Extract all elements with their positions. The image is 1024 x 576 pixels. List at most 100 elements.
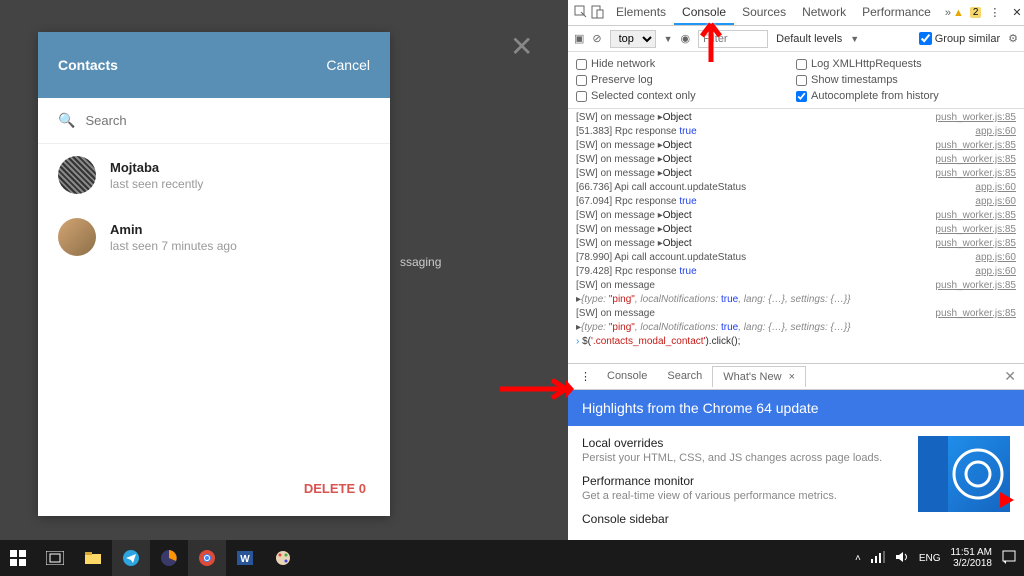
devtools-tab-elements[interactable]: Elements — [608, 1, 674, 25]
clock[interactable]: 11:51 AM 3/2/2018 — [950, 547, 992, 569]
check-preserve-log[interactable]: Preserve log — [576, 72, 796, 88]
explorer-icon[interactable] — [74, 540, 112, 576]
log-source-link[interactable]: app.js:60 — [975, 195, 1016, 209]
console-log-line: [79.428] Rpc response trueapp.js:60 — [576, 265, 1016, 279]
volume-icon[interactable] — [895, 551, 909, 566]
gear-icon[interactable]: ⚙ — [1008, 32, 1018, 45]
app-backdrop: ssaging Thu ✕ Contacts Cancel 🔍 Mojtaba … — [0, 0, 568, 576]
log-source-link[interactable]: push_worker.js:85 — [935, 167, 1016, 181]
devtools-tabs: ElementsConsoleSourcesNetworkPerformance… — [568, 0, 1024, 26]
check-log-xmlhttprequests[interactable]: Log XMLHttpRequests — [796, 56, 1016, 72]
console-log-line: [51.383] Rpc response trueapp.js:60 — [576, 125, 1016, 139]
whatsnew-item[interactable]: Local overridesPersist your HTML, CSS, a… — [582, 436, 910, 464]
search-icon: 🔍 — [58, 112, 75, 129]
clear-console-icon[interactable]: ⊘ — [592, 32, 601, 45]
device-icon[interactable] — [590, 5, 604, 21]
log-source-link[interactable]: push_worker.js:85 — [935, 153, 1016, 167]
close-icon[interactable]: ✕ — [510, 30, 533, 63]
console-log-line: [SW] on message ▸Objectpush_worker.js:85 — [576, 139, 1016, 153]
video-thumbnail[interactable] — [918, 436, 1010, 512]
search-input[interactable] — [85, 113, 370, 128]
devtools-panel: ElementsConsoleSourcesNetworkPerformance… — [568, 0, 1024, 540]
check-show-timestamps[interactable]: Show timestamps — [796, 72, 1016, 88]
check-autocomplete-from-history[interactable]: Autocomplete from history — [796, 88, 1016, 104]
log-source-link[interactable]: push_worker.js:85 — [935, 223, 1016, 237]
whatsnew-banner: Highlights from the Chrome 64 update — [568, 390, 1024, 426]
log-source-link[interactable]: app.js:60 — [975, 181, 1016, 195]
svg-text:W: W — [240, 554, 250, 565]
delete-button[interactable]: DELETE 0 — [304, 481, 366, 496]
log-source-link[interactable]: push_worker.js:85 — [935, 139, 1016, 153]
contact-name: Mojtaba — [110, 160, 203, 175]
notifications-icon[interactable] — [1002, 550, 1016, 567]
execution-icon[interactable]: ▣ — [574, 32, 584, 45]
start-button[interactable] — [0, 540, 36, 576]
console-log-line: [SW] on message ▸Objectpush_worker.js:85 — [576, 209, 1016, 223]
console-log-line: [66.736] Api call account.updateStatusap… — [576, 181, 1016, 195]
console-input-line[interactable]: › $('.contacts_modal_contact').click(); — [576, 335, 1016, 349]
drawer-tab-console[interactable]: Console — [597, 366, 657, 387]
log-source-link[interactable]: push_worker.js:85 — [935, 279, 1016, 293]
contact-status: last seen recently — [110, 177, 203, 191]
whatsnew-item[interactable]: Performance monitorGet a real-time view … — [582, 474, 910, 502]
tab-close-icon[interactable]: × — [789, 371, 795, 383]
cancel-button[interactable]: Cancel — [326, 57, 370, 73]
levels-select[interactable]: Default levels — [776, 33, 842, 45]
console-log-line: [SW] on message ▸Objectpush_worker.js:85 — [576, 111, 1016, 125]
console-log-line: ▸{type: "ping", localNotifications: true… — [576, 321, 1016, 335]
eye-icon[interactable]: ◉ — [681, 32, 691, 45]
contacts-modal: Contacts Cancel 🔍 Mojtaba last seen rece… — [38, 32, 390, 516]
drawer-tab-search[interactable]: Search — [657, 366, 712, 387]
console-log-line: [SW] on message ▸Objectpush_worker.js:85 — [576, 237, 1016, 251]
inspect-icon[interactable] — [574, 5, 588, 21]
check-hide-network[interactable]: Hide network — [576, 56, 796, 72]
log-source-link[interactable]: app.js:60 — [975, 265, 1016, 279]
word-icon[interactable]: W — [226, 540, 264, 576]
log-source-link[interactable]: push_worker.js:85 — [935, 111, 1016, 125]
warning-icon[interactable]: ▲ — [953, 7, 964, 19]
drawer-kebab-icon[interactable]: ⋮ — [574, 370, 597, 383]
contact-item[interactable]: Mojtaba last seen recently — [38, 144, 390, 206]
log-source-link[interactable]: app.js:60 — [975, 251, 1016, 265]
chrome-icon[interactable] — [188, 540, 226, 576]
tray-up-icon[interactable]: ˄ — [855, 553, 861, 564]
log-source-link[interactable]: app.js:60 — [975, 125, 1016, 139]
more-tabs-icon[interactable]: » — [945, 7, 951, 19]
kebab-menu-icon[interactable]: ⋮ — [985, 6, 1004, 19]
language-indicator[interactable]: ENG — [919, 553, 941, 564]
devtools-close-icon[interactable]: ✕ — [1008, 6, 1024, 19]
group-similar-checkbox[interactable] — [919, 32, 932, 45]
console-log-line: [SW] on messagepush_worker.js:85 — [576, 307, 1016, 321]
console-log-line: [SW] on message ▸Objectpush_worker.js:85 — [576, 223, 1016, 237]
log-source-link[interactable]: push_worker.js:85 — [935, 307, 1016, 321]
devtools-drawer: ⋮ ConsoleSearchWhat's New × ✕ Highlights… — [568, 363, 1024, 546]
firefox-icon[interactable] — [150, 540, 188, 576]
annotation-arrow-up — [696, 18, 726, 71]
devtools-tab-network[interactable]: Network — [794, 1, 854, 25]
telegram-icon[interactable] — [112, 540, 150, 576]
windows-taskbar: W ˄ ENG 11:51 AM 3/2/2018 — [0, 540, 1024, 576]
console-log-line: ▸{type: "ping", localNotifications: true… — [576, 293, 1016, 307]
console-log-line: [67.094] Rpc response trueapp.js:60 — [576, 195, 1016, 209]
bg-text: ssaging — [400, 255, 441, 269]
contact-item[interactable]: Amin last seen 7 minutes ago — [38, 206, 390, 268]
console-log-line: [SW] on messagepush_worker.js:85 — [576, 279, 1016, 293]
modal-title: Contacts — [58, 57, 118, 73]
log-source-link[interactable]: push_worker.js:85 — [935, 209, 1016, 223]
drawer-tab-whatsnew[interactable]: What's New × — [712, 366, 806, 387]
context-select[interactable]: top — [610, 30, 656, 48]
network-icon[interactable] — [871, 551, 885, 566]
contact-name: Amin — [110, 222, 237, 237]
console-log-line: [78.990] Api call account.updateStatusap… — [576, 251, 1016, 265]
whatsnew-item[interactable]: Console sidebar — [582, 512, 910, 526]
taskview-icon[interactable] — [36, 540, 74, 576]
check-selected-context-only[interactable]: Selected context only — [576, 88, 796, 104]
console-log-line: [SW] on message ▸Objectpush_worker.js:85 — [576, 167, 1016, 181]
log-source-link[interactable]: push_worker.js:85 — [935, 237, 1016, 251]
paint-icon[interactable] — [264, 540, 302, 576]
annotation-arrow-right — [496, 376, 576, 407]
devtools-tab-performance[interactable]: Performance — [854, 1, 939, 25]
devtools-tab-sources[interactable]: Sources — [734, 1, 794, 25]
avatar — [58, 156, 96, 194]
drawer-close-icon[interactable]: ✕ — [1004, 368, 1016, 385]
